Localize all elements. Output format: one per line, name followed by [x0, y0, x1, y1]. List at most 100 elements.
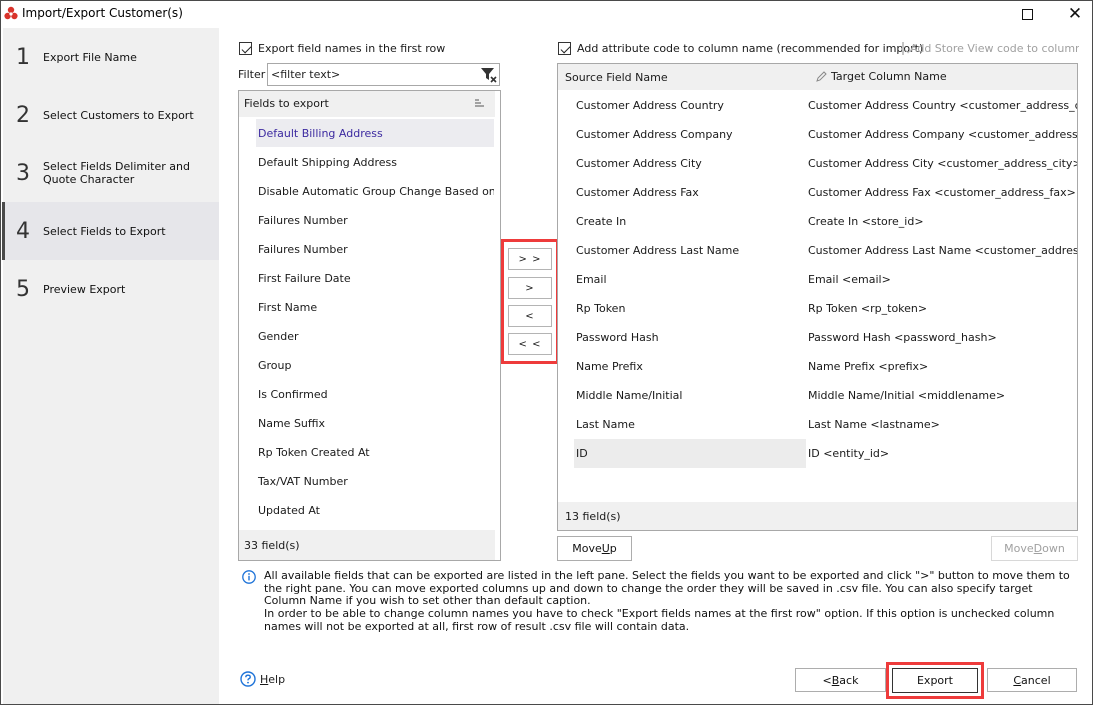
list-item[interactable]: Is Confirmed: [256, 380, 494, 408]
grid-row[interactable]: Email Email <email>: [558, 265, 1077, 294]
move-down-button[interactable]: Move Down: [991, 536, 1078, 561]
grid-row[interactable]: Customer Address Fax Customer Address Fax…: [558, 178, 1077, 207]
move-down-label: Move: [1004, 542, 1034, 555]
target-column-cell[interactable]: Customer Address Fax <customer_address_f…: [808, 186, 1076, 199]
add-button[interactable]: >: [508, 277, 552, 299]
step-label: Preview Export: [43, 282, 126, 296]
source-field-cell: Email: [576, 273, 607, 286]
right-field-count: 13 field(s): [558, 502, 1077, 530]
target-column-cell[interactable]: Customer Address Company <customer_addre…: [808, 128, 1077, 141]
move-up-button[interactable]: Move Up: [557, 536, 632, 561]
source-field-cell: Name Prefix: [576, 360, 643, 373]
info-paragraph: All available fields that can be exporte…: [264, 569, 1070, 608]
target-column-cell[interactable]: Customer Address Last Name <customer_add…: [808, 244, 1077, 257]
list-item[interactable]: Tax/VAT Number: [256, 467, 494, 495]
checkbox-disabled-icon: [902, 42, 904, 55]
help-link[interactable]: Help: [240, 671, 285, 687]
column-header-source[interactable]: Source Field Name: [565, 71, 668, 84]
help-icon: [240, 671, 256, 687]
grid-row[interactable]: Customer Address Company Customer Address…: [558, 120, 1077, 149]
source-field-cell: ID: [574, 439, 806, 468]
info-icon: [242, 570, 256, 584]
checkbox-checked-icon[interactable]: [239, 42, 252, 55]
step-number: 2: [16, 102, 30, 128]
step-select-customers[interactable]: 2 Select Customers to Export: [3, 86, 219, 144]
step-select-delimiter[interactable]: 3 Select Fields Delimiter and Quote Char…: [3, 144, 219, 202]
target-column-cell[interactable]: Email <email>: [808, 273, 891, 286]
export-field-names-label: Export field names in the first row: [258, 42, 446, 55]
cancel-button[interactable]: Cancel: [987, 668, 1077, 692]
clear-filter-icon[interactable]: [480, 67, 498, 83]
add-all-button[interactable]: > >: [508, 248, 552, 270]
sort-icon[interactable]: [475, 99, 485, 108]
list-item[interactable]: Updated At: [256, 496, 494, 524]
list-item[interactable]: Disable Automatic Group Change Based on …: [256, 177, 494, 205]
source-field-cell: Create In: [576, 215, 627, 228]
move-up-label-rest: p: [609, 542, 617, 555]
step-export-file-name[interactable]: 1 Export File Name: [3, 28, 219, 86]
grid-row[interactable]: Create In Create In <store_id>: [558, 207, 1077, 236]
list-item[interactable]: Default Shipping Address: [256, 148, 494, 176]
step-select-fields[interactable]: 4 Select Fields to Export: [2, 202, 219, 260]
list-header[interactable]: Fields to export: [239, 91, 495, 117]
target-column-cell[interactable]: Rp Token <rp_token>: [808, 302, 927, 315]
export-button[interactable]: Export: [892, 668, 978, 693]
target-column-cell[interactable]: Create In <store_id>: [808, 215, 924, 228]
add-attribute-code-label: Add attribute code to column name (recom…: [577, 42, 924, 55]
target-column-cell[interactable]: Last Name <lastname>: [808, 418, 940, 431]
list-item[interactable]: Default Billing Address: [256, 119, 494, 147]
close-button[interactable]: ✕: [1065, 4, 1085, 24]
wizard-steps-sidebar: 1 Export File Name 2 Select Customers to…: [2, 28, 219, 704]
list-item[interactable]: Name Suffix: [256, 409, 494, 437]
maximize-button[interactable]: [1017, 5, 1037, 23]
target-column-cell[interactable]: Password Hash <password_hash>: [808, 331, 997, 344]
step-label: Select Customers to Export: [43, 108, 194, 122]
grid-row[interactable]: Rp Token Rp Token <rp_token>: [558, 294, 1077, 323]
title-bar: Import/Export Customer(s) ✕: [1, 1, 1092, 28]
grid-row[interactable]: Customer Address City Customer Address Ci…: [558, 149, 1077, 178]
list-item[interactable]: Group: [256, 351, 494, 379]
add-attribute-code-checkbox[interactable]: Add attribute code to column name (recom…: [558, 42, 923, 55]
back-button[interactable]: < Back: [795, 668, 886, 692]
grid-row[interactable]: Last Name Last Name <lastname>: [558, 410, 1077, 439]
grid-row[interactable]: Middle Name/Initial Middle Name/Initial <…: [558, 381, 1077, 410]
move-down-label-rest: own: [1042, 542, 1065, 555]
remove-all-button[interactable]: < <: [508, 333, 552, 355]
source-field-cell: Password Hash: [576, 331, 659, 344]
remove-button[interactable]: <: [508, 305, 552, 327]
dialog-window: Import/Export Customer(s) ✕ 1 Export Fil…: [0, 0, 1093, 705]
filter-input[interactable]: [267, 63, 500, 86]
step-number: 3: [16, 160, 30, 186]
list-item[interactable]: First Name: [256, 293, 494, 321]
cancel-accelerator: C: [1013, 673, 1022, 687]
export-button-highlight: Export: [886, 662, 984, 699]
source-field-cell: Customer Address Company: [576, 128, 733, 141]
grid-row[interactable]: Customer Address Country Customer Address…: [558, 91, 1077, 120]
target-column-cell[interactable]: Customer Address Country <customer_addre…: [808, 99, 1077, 112]
grid-row[interactable]: Customer Address Last Name Customer Addre…: [558, 236, 1077, 265]
grid-row[interactable]: Password Hash Password Hash <password_has…: [558, 323, 1077, 352]
info-panel: All available fields that can be exporte…: [242, 569, 1072, 634]
step-label: Export File Name: [43, 50, 137, 64]
target-column-cell[interactable]: ID <entity_id>: [808, 447, 889, 460]
target-column-cell[interactable]: Customer Address City <customer_address_…: [808, 157, 1077, 170]
checkbox-checked-icon[interactable]: [558, 42, 571, 55]
step-number: 5: [16, 276, 30, 302]
add-store-view-label: Add Store View code to column name: [910, 42, 1079, 55]
list-item[interactable]: First Failure Date: [256, 264, 494, 292]
target-column-cell[interactable]: Middle Name/Initial <middlename>: [808, 389, 1005, 402]
step-label: Select Fields Delimiter and Quote Charac…: [43, 160, 190, 186]
column-header-target[interactable]: Target Column Name: [816, 70, 947, 83]
grid-row-selected[interactable]: ID ID <entity_id>: [558, 439, 1077, 468]
step-preview-export[interactable]: 5 Preview Export: [3, 260, 219, 318]
export-field-names-checkbox[interactable]: Export field names in the first row: [239, 42, 445, 55]
list-item[interactable]: Failures Number: [256, 206, 494, 234]
source-field-cell: Customer Address Country: [576, 99, 724, 112]
target-column-cell[interactable]: Name Prefix <prefix>: [808, 360, 928, 373]
close-icon: ✕: [1067, 4, 1083, 24]
list-item[interactable]: Failures Number: [256, 235, 494, 263]
list-item[interactable]: Rp Token Created At: [256, 438, 494, 466]
grid-row[interactable]: Name Prefix Name Prefix <prefix>: [558, 352, 1077, 381]
list-item[interactable]: Gender: [256, 322, 494, 350]
move-buttons-group: > > > < < <: [501, 239, 559, 364]
